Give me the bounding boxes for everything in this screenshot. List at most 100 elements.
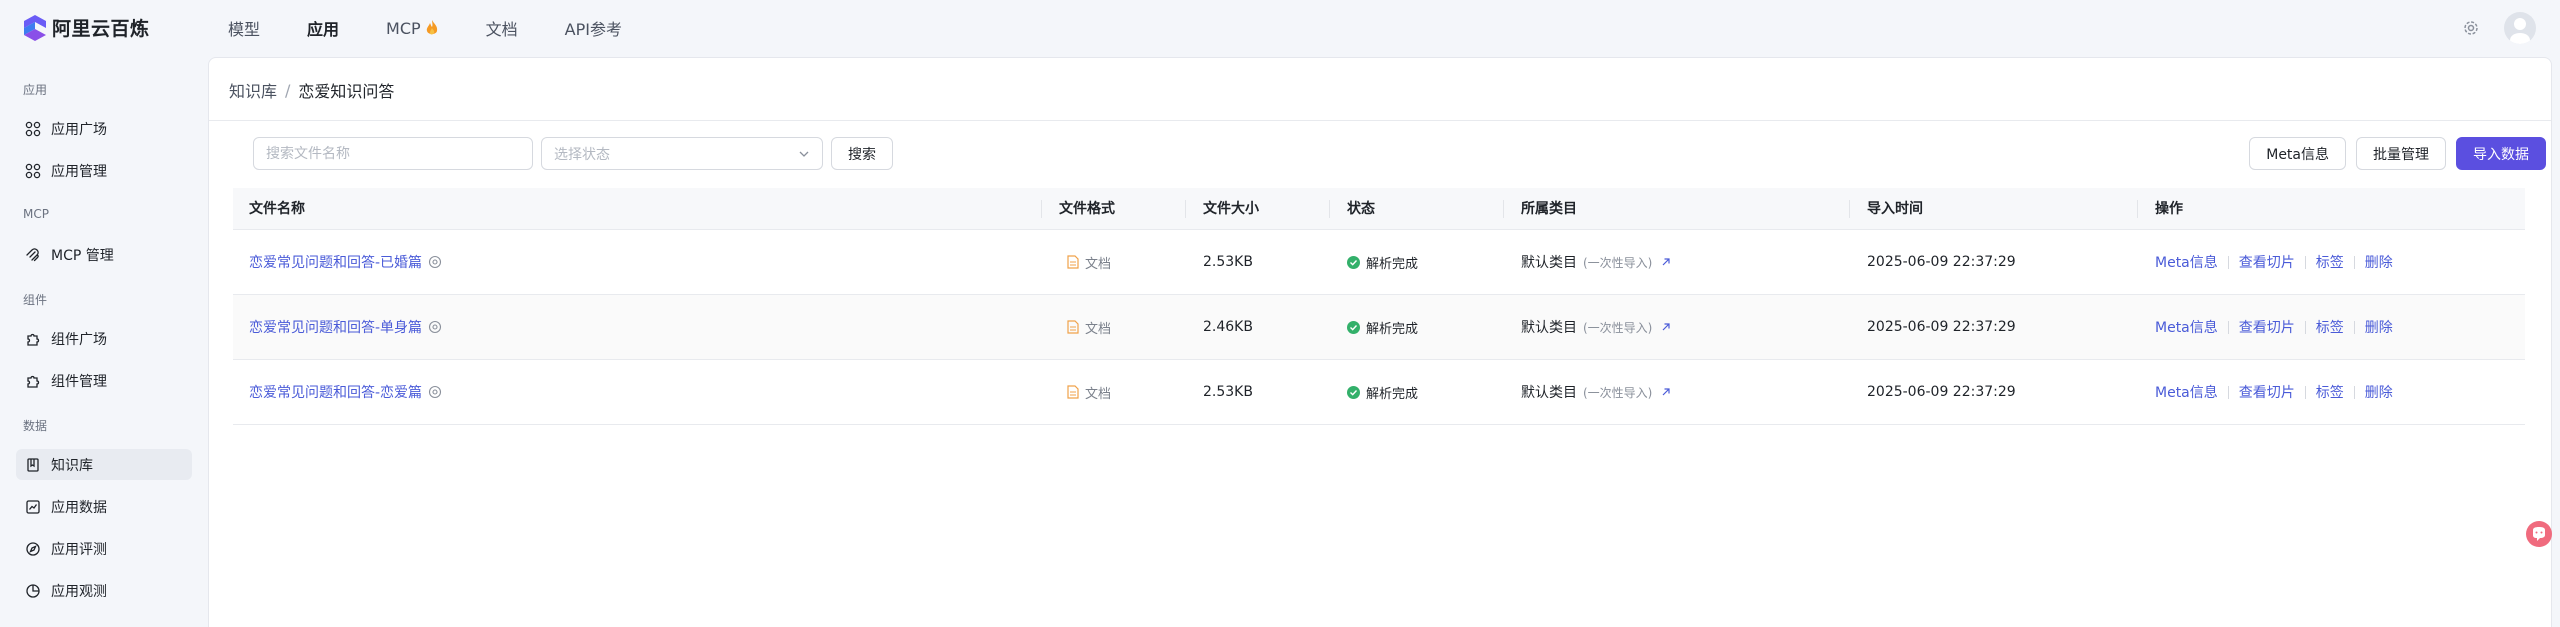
- brand-name: 阿里云百炼: [52, 18, 150, 40]
- delete-link[interactable]: 删除: [2365, 382, 2393, 402]
- tags-link[interactable]: 标签: [2316, 252, 2344, 272]
- action-divider: [2353, 385, 2355, 399]
- column-header-import-time: 导入时间: [1867, 201, 1923, 217]
- status-cell: 解析完成: [1347, 230, 1418, 294]
- file-name-link[interactable]: 恋爱常见问题和回答-恋爱篇: [249, 382, 422, 402]
- sidebar-item-app-observation[interactable]: 应用观测: [16, 575, 192, 606]
- info-icon[interactable]: [428, 255, 442, 269]
- topnav-item-api[interactable]: API参考: [565, 16, 622, 40]
- header-divider: [209, 120, 2551, 121]
- sidebar-item-app-management[interactable]: 应用管理: [16, 155, 192, 186]
- column-header-format: 文件格式: [1059, 201, 1115, 217]
- meta-info-button[interactable]: Meta信息: [2249, 137, 2346, 170]
- row-actions: Meta信息 查看切片 标签 删除: [2155, 295, 2393, 359]
- row-actions: Meta信息 查看切片 标签 删除: [2155, 360, 2393, 424]
- filter-toolbar: 选择状态 搜索: [253, 137, 893, 170]
- brand-logo[interactable]: 阿里云百炼: [24, 14, 150, 41]
- category-note: (一次性导入): [1583, 320, 1653, 335]
- batch-manage-button[interactable]: 批量管理: [2356, 137, 2446, 170]
- category-cell: 默认类目 (一次性导入): [1521, 360, 1672, 424]
- breadcrumb: 知识库 / 恋爱知识问答: [229, 78, 394, 102]
- column-divider: [1185, 200, 1186, 218]
- tags-link[interactable]: 标签: [2316, 317, 2344, 337]
- meta-info-link[interactable]: Meta信息: [2155, 317, 2218, 337]
- topnav-item-mcp[interactable]: MCP: [386, 19, 439, 38]
- check-circle-icon: [1347, 385, 1360, 399]
- assistant-icon: [2533, 527, 2545, 541]
- fire-icon: [426, 20, 437, 35]
- view-chunks-link[interactable]: 查看切片: [2239, 317, 2295, 337]
- column-header-name: 文件名称: [249, 201, 305, 217]
- avatar-icon: [2510, 18, 2530, 44]
- sidebar: 应用 应用广场 应用管理 MCP MCP 管理 组件 组件广场 组件管理 数据 …: [0, 57, 208, 627]
- external-link-icon[interactable]: [1660, 321, 1672, 333]
- top-nav: 模型 应用 MCP 文档 API参考: [228, 16, 669, 40]
- import-time: 2025-06-09 22:37:29: [1867, 384, 2016, 400]
- delete-link[interactable]: 删除: [2365, 317, 2393, 337]
- sidebar-item-app-evaluation[interactable]: 应用评测: [16, 533, 192, 564]
- status-text: 解析完成: [1366, 321, 1419, 337]
- sidebar-item-mcp-management[interactable]: MCP 管理: [16, 239, 192, 270]
- info-icon[interactable]: [428, 320, 442, 334]
- search-input[interactable]: [253, 137, 533, 170]
- import-data-button[interactable]: 导入数据: [2456, 137, 2546, 170]
- chevron-down-icon: [799, 151, 809, 157]
- column-divider: [2137, 200, 2138, 218]
- status-text: 解析完成: [1366, 386, 1419, 402]
- topnav-item-docs[interactable]: 文档: [486, 16, 518, 40]
- sidebar-item-knowledge-base[interactable]: 知识库: [16, 449, 192, 480]
- file-name-link[interactable]: 恋爱常见问题和回答-已婚篇: [249, 252, 422, 272]
- file-name-cell: 恋爱常见问题和回答-单身篇: [249, 295, 442, 359]
- table-row: 恋爱常见问题和回答-恋爱篇 文档 2.53KB 解析完成 默认类目 (一次性导入…: [233, 360, 2525, 425]
- sidebar-item-app-plaza[interactable]: 应用广场: [16, 113, 192, 144]
- topnav-item-apps[interactable]: 应用: [307, 16, 339, 40]
- meta-info-link[interactable]: Meta信息: [2155, 382, 2218, 402]
- column-divider: [1503, 200, 1504, 218]
- sidebar-group-data: 数据: [23, 419, 48, 433]
- status-select[interactable]: 选择状态: [541, 137, 823, 170]
- external-link-icon[interactable]: [1660, 386, 1672, 398]
- search-button[interactable]: 搜索: [831, 137, 893, 170]
- sidebar-item-component-management[interactable]: 组件管理: [16, 365, 192, 396]
- file-format: 文档: [1085, 386, 1112, 402]
- file-format-cell: 文档: [1067, 230, 1111, 294]
- topnav-label: 应用: [307, 20, 340, 39]
- category-name: 默认类目: [1521, 255, 1577, 271]
- action-divider: [2304, 320, 2306, 334]
- file-size: 2.46KB: [1203, 319, 1253, 335]
- delete-link[interactable]: 删除: [2365, 252, 2393, 272]
- meta-info-link[interactable]: Meta信息: [2155, 252, 2218, 272]
- category-cell: 默认类目 (一次性导入): [1521, 230, 1672, 294]
- import-time: 2025-06-09 22:37:29: [1867, 319, 2016, 335]
- column-divider: [1329, 200, 1330, 218]
- info-icon[interactable]: [428, 385, 442, 399]
- sidebar-item-label: 应用数据: [51, 499, 107, 516]
- sidebar-item-label: 应用观测: [51, 583, 107, 600]
- top-bar: 阿里云百炼 模型 应用 MCP 文档 API参考: [0, 0, 2560, 57]
- sidebar-item-app-data[interactable]: 应用数据: [16, 491, 192, 522]
- tags-link[interactable]: 标签: [2316, 382, 2344, 402]
- avatar[interactable]: [2504, 12, 2536, 44]
- status-cell: 解析完成: [1347, 360, 1418, 424]
- topnav-label: MCP: [386, 18, 421, 38]
- grid-icon: [25, 121, 41, 136]
- gear-icon[interactable]: [2462, 19, 2480, 37]
- sidebar-item-component-plaza[interactable]: 组件广场: [16, 323, 192, 354]
- sidebar-item-label: 组件广场: [51, 331, 107, 348]
- topnav-item-models[interactable]: 模型: [228, 16, 260, 40]
- main-panel: 知识库 / 恋爱知识问答 选择状态 搜索 Meta信息 批量管理 导入数据 文件…: [208, 57, 2552, 627]
- mcp-icon: [26, 247, 39, 261]
- external-link-icon[interactable]: [1660, 256, 1672, 268]
- view-chunks-link[interactable]: 查看切片: [2239, 252, 2295, 272]
- floating-assistant-button[interactable]: [2526, 521, 2552, 547]
- puzzle-icon: [27, 333, 40, 346]
- column-header-status: 状态: [1347, 201, 1375, 217]
- document-icon: [1067, 255, 1079, 269]
- view-chunks-link[interactable]: 查看切片: [2239, 382, 2295, 402]
- file-name-link[interactable]: 恋爱常见问题和回答-单身篇: [249, 317, 422, 337]
- sidebar-group-components: 组件: [23, 293, 48, 307]
- page-title: 恋爱知识问答: [298, 82, 395, 101]
- action-divider: [2304, 255, 2306, 269]
- breadcrumb-parent[interactable]: 知识库: [229, 78, 277, 102]
- file-table: 文件名称 文件格式 文件大小 状态 所属类目 导入时间 操作 恋爱常见问题和回答…: [233, 188, 2525, 425]
